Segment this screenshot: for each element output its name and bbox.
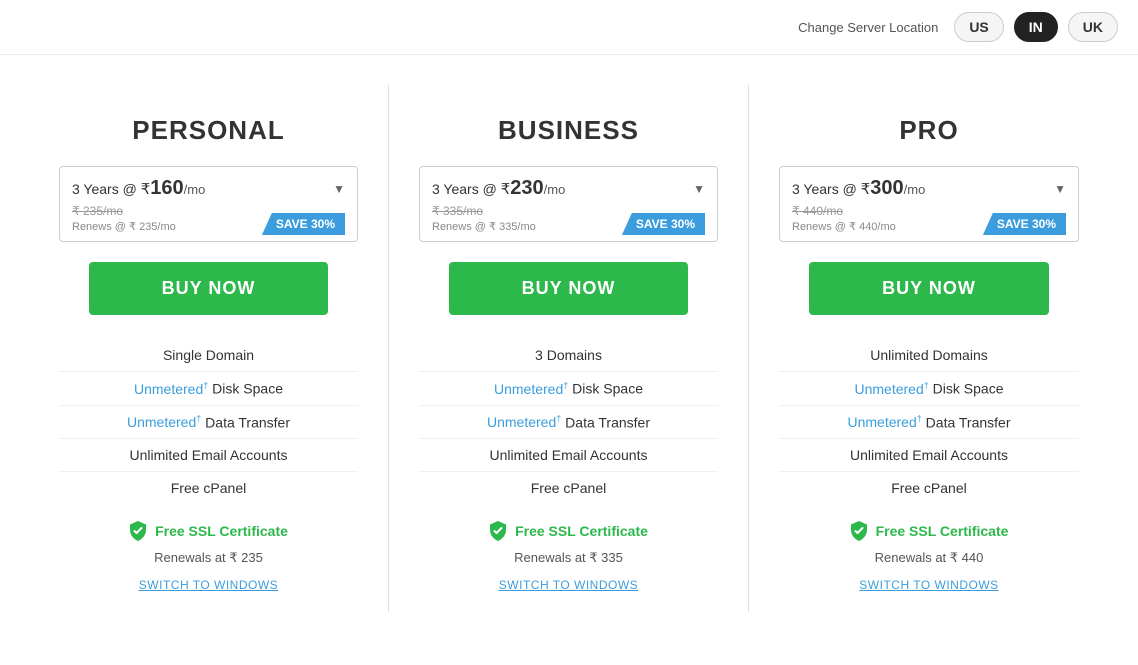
list-item: Unmetered† Disk Space (59, 372, 358, 406)
list-item: Unlimited Email Accounts (779, 439, 1079, 472)
chevron-down-icon: ▼ (333, 182, 345, 196)
list-item: 3 Domains (419, 339, 718, 372)
list-item: Unmetered† Data Transfer (59, 406, 358, 440)
plan-card-business: BUSINESS 3 Years @ ₹230/mo ▼ ₹ 335/mo Re… (389, 85, 749, 612)
chevron-down-icon: ▼ (1054, 182, 1066, 196)
original-price: ₹ 335/mo (432, 204, 483, 218)
original-price: ₹ 235/mo (72, 204, 123, 218)
renewals-text-personal: Renewals at ₹ 235 (154, 550, 263, 566)
plans-container: PERSONAL 3 Years @ ₹160/mo ▼ ₹ 235/mo Re… (0, 55, 1138, 642)
feature-blue: Unmetered† (134, 381, 208, 397)
plan-title-pro: PRO (899, 115, 958, 146)
renews-at: Renews @ ₹ 235/mo (72, 220, 176, 233)
ssl-feature-personal: Free SSL Certificate (129, 520, 288, 542)
price-term: 3 Years @ ₹300/mo (792, 177, 925, 200)
list-item: Unlimited Email Accounts (419, 439, 718, 472)
list-item: Unlimited Domains (779, 339, 1079, 372)
features-list-pro: Unlimited DomainsUnmetered† Disk SpaceUn… (779, 339, 1079, 504)
shield-icon (850, 520, 868, 542)
plan-title-personal: PERSONAL (132, 115, 284, 146)
ssl-feature-business: Free SSL Certificate (489, 520, 648, 542)
ssl-label: Free SSL Certificate (155, 523, 288, 539)
ssl-feature-pro: Free SSL Certificate (850, 520, 1009, 542)
price-box-business[interactable]: 3 Years @ ₹230/mo ▼ ₹ 335/mo Renews @ ₹ … (419, 166, 718, 242)
plan-title-business: BUSINESS (498, 115, 639, 146)
feature-blue: Unmetered† (127, 414, 201, 430)
switch-to-windows-link-business[interactable]: SWITCH TO WINDOWS (499, 578, 638, 592)
ssl-label: Free SSL Certificate (876, 523, 1009, 539)
original-price: ₹ 440/mo (792, 204, 843, 218)
list-item: Free cPanel (59, 472, 358, 504)
list-item: Unmetered† Disk Space (419, 372, 718, 406)
shield-icon (129, 520, 147, 542)
location-uk-button[interactable]: UK (1068, 12, 1118, 42)
location-in-button[interactable]: IN (1014, 12, 1058, 42)
list-item: Unlimited Email Accounts (59, 439, 358, 472)
feature-blue: Unmetered† (494, 381, 568, 397)
list-item: Unmetered† Data Transfer (419, 406, 718, 440)
features-list-personal: Single DomainUnmetered† Disk SpaceUnmete… (59, 339, 358, 504)
buy-now-button-pro[interactable]: BUY NOW (809, 262, 1049, 315)
top-bar: Change Server Location US IN UK (0, 0, 1138, 55)
chevron-down-icon: ▼ (693, 182, 705, 196)
save-badge: SAVE 30% (622, 213, 705, 235)
renews-at: Renews @ ₹ 335/mo (432, 220, 536, 233)
buy-now-button-personal[interactable]: BUY NOW (89, 262, 328, 315)
price-term: 3 Years @ ₹230/mo (432, 177, 565, 200)
list-item: Unmetered† Disk Space (779, 372, 1079, 406)
shield-icon (489, 520, 507, 542)
list-item: Free cPanel (419, 472, 718, 504)
save-badge: SAVE 30% (983, 213, 1066, 235)
plan-card-pro: PRO 3 Years @ ₹300/mo ▼ ₹ 440/mo Renews … (749, 85, 1109, 612)
feature-blue: Unmetered† (855, 381, 929, 397)
feature-blue: Unmetered† (848, 414, 922, 430)
list-item: Single Domain (59, 339, 358, 372)
price-box-personal[interactable]: 3 Years @ ₹160/mo ▼ ₹ 235/mo Renews @ ₹ … (59, 166, 358, 242)
switch-to-windows-link-personal[interactable]: SWITCH TO WINDOWS (139, 578, 278, 592)
switch-to-windows-link-pro[interactable]: SWITCH TO WINDOWS (859, 578, 998, 592)
price-term: 3 Years @ ₹160/mo (72, 177, 205, 200)
location-us-button[interactable]: US (954, 12, 1003, 42)
renewals-text-business: Renewals at ₹ 335 (514, 550, 623, 566)
renewals-text-pro: Renewals at ₹ 440 (875, 550, 984, 566)
price-box-pro[interactable]: 3 Years @ ₹300/mo ▼ ₹ 440/mo Renews @ ₹ … (779, 166, 1079, 242)
save-badge: SAVE 30% (262, 213, 345, 235)
ssl-label: Free SSL Certificate (515, 523, 648, 539)
plan-card-personal: PERSONAL 3 Years @ ₹160/mo ▼ ₹ 235/mo Re… (29, 85, 389, 612)
features-list-business: 3 DomainsUnmetered† Disk SpaceUnmetered†… (419, 339, 718, 504)
renews-at: Renews @ ₹ 440/mo (792, 220, 896, 233)
buy-now-button-business[interactable]: BUY NOW (449, 262, 688, 315)
change-server-label: Change Server Location (798, 20, 938, 35)
list-item: Free cPanel (779, 472, 1079, 504)
feature-blue: Unmetered† (487, 414, 561, 430)
list-item: Unmetered† Data Transfer (779, 406, 1079, 440)
